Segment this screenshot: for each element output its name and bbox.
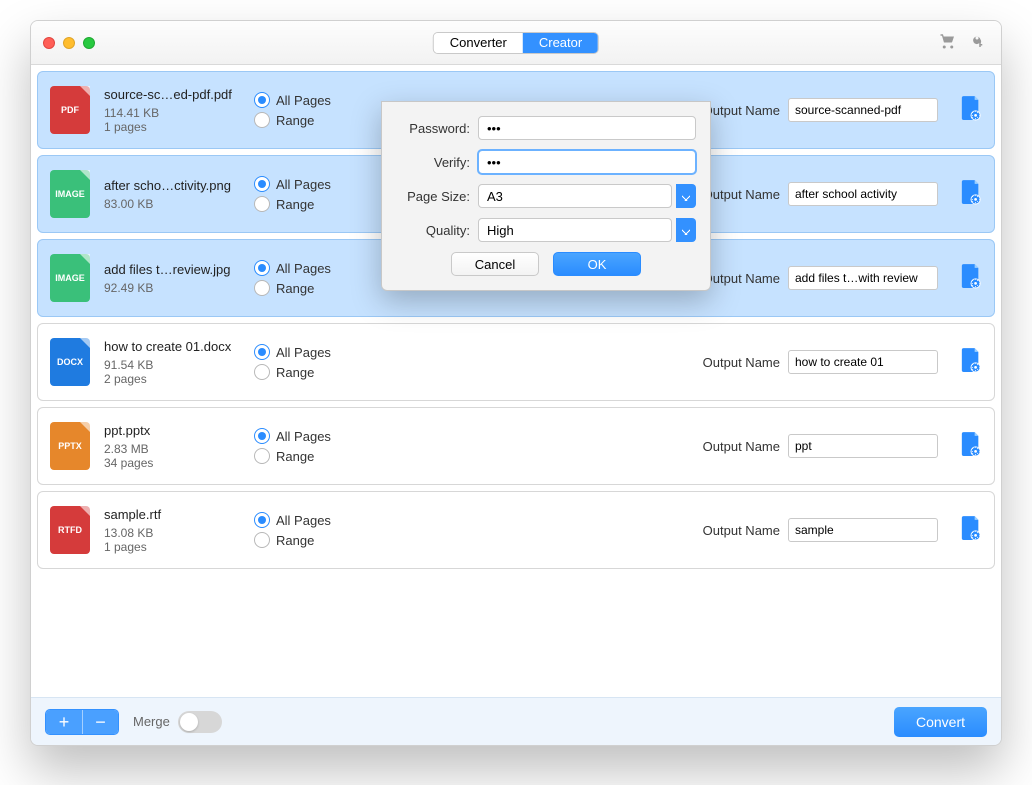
remove-file-button[interactable]: −	[82, 710, 118, 734]
page-selection: All Pages Range	[254, 340, 404, 384]
add-file-button[interactable]: +	[46, 710, 82, 734]
file-meta: add files t…review.jpg 92.49 KB	[104, 262, 254, 295]
output-name-input[interactable]	[788, 182, 938, 206]
file-row[interactable]: PPTX ppt.pptx 2.83 MB 34 pages All Pages…	[37, 407, 995, 485]
row-settings-icon[interactable]	[960, 348, 982, 377]
add-remove-group: + −	[45, 709, 119, 735]
close-window-button[interactable]	[43, 37, 55, 49]
quality-select[interactable]	[478, 218, 672, 242]
pagesize-label: Page Size:	[396, 189, 470, 204]
file-row[interactable]: RTFD sample.rtf 13.08 KB 1 pages All Pag…	[37, 491, 995, 569]
file-meta: how to create 01.docx 91.54 KB 2 pages	[104, 339, 254, 386]
row-settings-icon[interactable]	[960, 516, 982, 545]
range-radio[interactable]: Range	[254, 448, 404, 464]
range-radio[interactable]: Range	[254, 532, 404, 548]
file-type-icon: DOCX	[50, 338, 90, 386]
file-name: ppt.pptx	[104, 423, 254, 438]
output-name-label: Output Name	[703, 523, 780, 538]
password-label: Password:	[396, 121, 470, 136]
merge-toggle[interactable]	[178, 711, 222, 733]
app-window: Converter Creator PDF source-sc…ed-pdf.p…	[30, 20, 1002, 746]
convert-button[interactable]: Convert	[894, 707, 987, 737]
file-size: 91.54 KB	[104, 358, 254, 372]
file-type-icon: RTFD	[50, 506, 90, 554]
minimize-window-button[interactable]	[63, 37, 75, 49]
file-row[interactable]: DOCX how to create 01.docx 91.54 KB 2 pa…	[37, 323, 995, 401]
file-size: 92.49 KB	[104, 281, 254, 295]
ok-button[interactable]: OK	[553, 252, 641, 276]
page-selection: All Pages Range	[254, 508, 404, 552]
output-name-label: Output Name	[703, 439, 780, 454]
file-meta: after scho…ctivity.png 83.00 KB	[104, 178, 254, 211]
mode-segmented-control: Converter Creator	[433, 32, 599, 54]
output-name-input[interactable]	[788, 266, 938, 290]
row-settings-icon[interactable]	[960, 432, 982, 461]
pagesize-select[interactable]	[478, 184, 672, 208]
output-name-input[interactable]	[788, 518, 938, 542]
file-name: source-sc…ed-pdf.pdf	[104, 87, 254, 102]
output-name-input[interactable]	[788, 98, 938, 122]
merge-label: Merge	[133, 714, 170, 729]
all-pages-radio[interactable]: All Pages	[254, 512, 404, 528]
password-input[interactable]	[478, 116, 696, 140]
output-name-input[interactable]	[788, 350, 938, 374]
file-meta: source-sc…ed-pdf.pdf 114.41 KB 1 pages	[104, 87, 254, 134]
range-radio[interactable]: Range	[254, 364, 404, 380]
verify-input[interactable]	[478, 150, 696, 174]
window-controls	[43, 37, 95, 49]
row-settings-icon[interactable]	[960, 264, 982, 293]
output-name-label: Output Name	[703, 271, 780, 286]
all-pages-radio[interactable]: All Pages	[254, 344, 404, 360]
file-type-icon: PDF	[50, 86, 90, 134]
zoom-window-button[interactable]	[83, 37, 95, 49]
bottom-toolbar: + − Merge Convert	[31, 697, 1001, 745]
file-name: how to create 01.docx	[104, 339, 254, 354]
cart-icon[interactable]	[939, 32, 957, 53]
output-name-label: Output Name	[703, 187, 780, 202]
file-meta: ppt.pptx 2.83 MB 34 pages	[104, 423, 254, 470]
file-name: sample.rtf	[104, 507, 254, 522]
cancel-button[interactable]: Cancel	[451, 252, 539, 276]
file-pages: 1 pages	[104, 540, 254, 554]
all-pages-radio[interactable]: All Pages	[254, 428, 404, 444]
file-name: add files t…review.jpg	[104, 262, 254, 277]
quality-label: Quality:	[396, 223, 470, 238]
output-name-label: Output Name	[703, 103, 780, 118]
row-settings-icon[interactable]	[960, 96, 982, 125]
file-name: after scho…ctivity.png	[104, 178, 254, 193]
settings-dialog: Password: Verify: Page Size: Quality: Ca…	[381, 101, 711, 291]
tab-converter[interactable]: Converter	[434, 33, 523, 53]
verify-label: Verify:	[396, 155, 470, 170]
file-meta: sample.rtf 13.08 KB 1 pages	[104, 507, 254, 554]
file-type-icon: PPTX	[50, 422, 90, 470]
file-pages: 34 pages	[104, 456, 254, 470]
file-size: 83.00 KB	[104, 197, 254, 211]
row-settings-icon[interactable]	[960, 180, 982, 209]
file-pages: 2 pages	[104, 372, 254, 386]
file-type-icon: IMAGE	[50, 170, 90, 218]
output-name-input[interactable]	[788, 434, 938, 458]
file-pages: 1 pages	[104, 120, 254, 134]
output-name-label: Output Name	[703, 355, 780, 370]
file-size: 114.41 KB	[104, 106, 254, 120]
file-type-icon: IMAGE	[50, 254, 90, 302]
tab-creator[interactable]: Creator	[523, 33, 598, 53]
page-selection: All Pages Range	[254, 424, 404, 468]
key-icon[interactable]	[971, 32, 989, 53]
file-size: 13.08 KB	[104, 526, 254, 540]
titlebar: Converter Creator	[31, 21, 1001, 65]
file-size: 2.83 MB	[104, 442, 254, 456]
